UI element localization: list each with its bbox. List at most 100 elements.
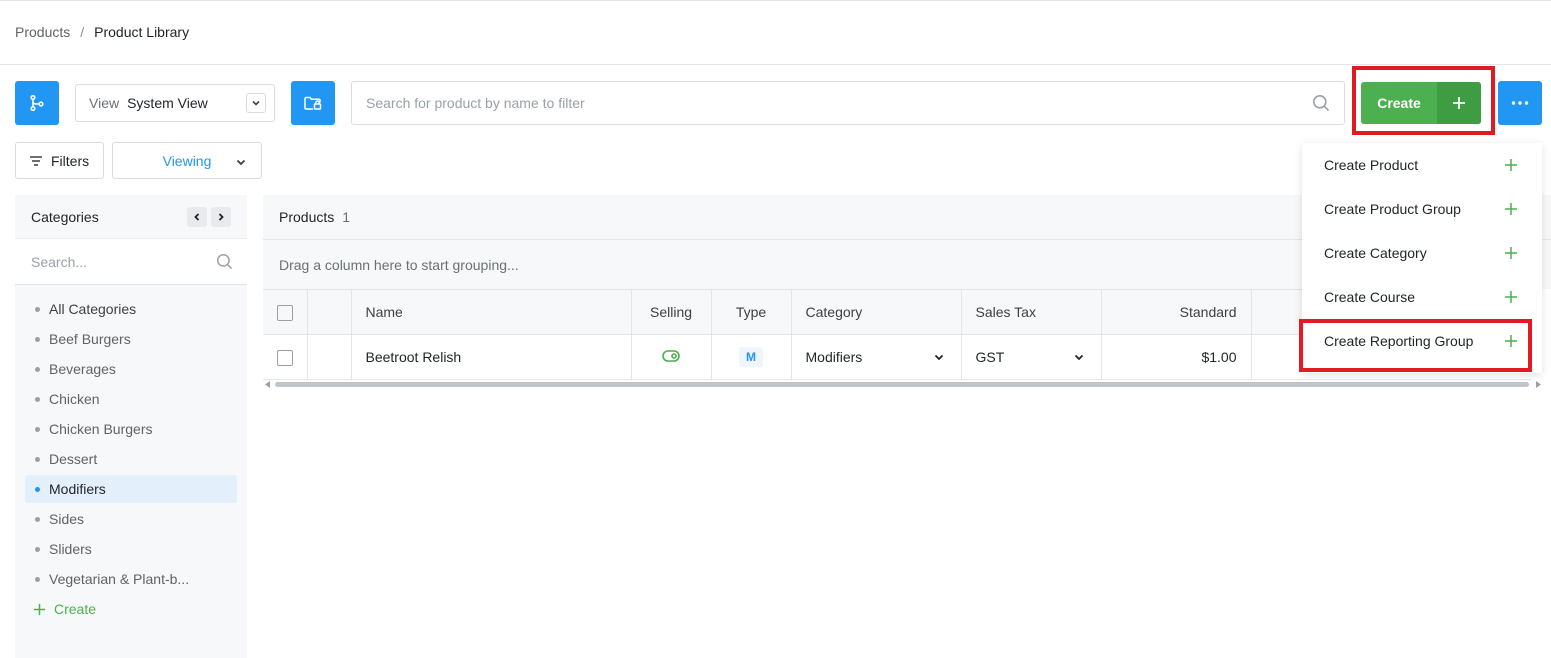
create-category-link[interactable]: Create [15, 595, 247, 623]
branch-icon [30, 94, 44, 112]
category-item-label: Chicken [49, 391, 100, 407]
view-select-value: System View [127, 95, 208, 111]
category-item-label: Vegetarian & Plant-b... [49, 571, 190, 587]
breadcrumb-current: Product Library [94, 24, 190, 40]
plus-icon [1505, 159, 1517, 171]
category-item-beverages[interactable]: Beverages [25, 355, 237, 383]
category-item-label: Dessert [49, 451, 98, 467]
bullet-icon [35, 546, 40, 552]
scrollbar-thumb[interactable] [275, 382, 1529, 387]
menu-item-create-category[interactable]: Create Category [1302, 231, 1542, 275]
row-category[interactable]: Modifiers [791, 334, 962, 380]
row-type: M [711, 334, 792, 380]
category-item-label: Beef Burgers [49, 331, 131, 347]
chevron-left-icon[interactable] [187, 207, 207, 227]
bullet-icon [35, 576, 40, 582]
header-divider [0, 64, 1551, 65]
product-search-input[interactable] [366, 95, 1266, 111]
bullet-icon [35, 456, 40, 462]
category-item-chicken[interactable]: Chicken [25, 385, 237, 413]
breadcrumb-separator: / [80, 24, 85, 40]
column-header-selling[interactable]: Selling [631, 289, 712, 335]
column-header-standard[interactable]: Standard [1101, 289, 1252, 335]
type-badge: M [739, 347, 763, 367]
category-item-chicken-burgers[interactable]: Chicken Burgers [25, 415, 237, 443]
column-header-sales-tax[interactable]: Sales Tax [961, 289, 1102, 335]
row-checkbox[interactable] [276, 349, 293, 366]
bullet-icon [35, 516, 40, 522]
more-options-button[interactable] [1498, 81, 1542, 125]
select-all-cell [263, 289, 308, 335]
row-select-cell [263, 334, 308, 380]
viewing-dropdown[interactable]: Viewing [112, 142, 262, 179]
category-item-modifiers[interactable]: Modifiers [25, 475, 237, 503]
scroll-left-icon[interactable] [265, 381, 271, 388]
menu-item-label: Create Product [1324, 157, 1419, 173]
products-title: Products [279, 209, 335, 225]
row-drag-cell [307, 334, 352, 380]
create-button-label: Create [1377, 95, 1421, 111]
category-item-label: Sides [49, 511, 85, 527]
column-header-name[interactable]: Name [351, 289, 632, 335]
category-item-label: All Categories [49, 301, 137, 317]
column-header-category[interactable]: Category [791, 289, 962, 335]
breadcrumb-products-link[interactable]: Products [15, 24, 70, 40]
row-standard-price[interactable]: $1.00 [1101, 334, 1252, 380]
menu-item-create-product[interactable]: Create Product [1302, 143, 1542, 187]
bullet-icon [35, 366, 40, 372]
view-select[interactable]: View System View [75, 84, 275, 122]
bullet-icon [35, 306, 40, 312]
row-category-value: Modifiers [805, 349, 863, 365]
categories-list: All Categories Beef Burgers Beverages Ch… [15, 285, 247, 623]
category-item-vegetarian[interactable]: Vegetarian & Plant-b... [25, 565, 237, 593]
row-sales-tax-value: GST [975, 349, 1005, 365]
categories-header: Categories [15, 195, 247, 239]
menu-item-create-product-group[interactable]: Create Product Group [1302, 187, 1542, 231]
category-item-label: Beverages [49, 361, 116, 377]
category-item-sliders[interactable]: Sliders [25, 535, 237, 563]
plus-icon [1437, 82, 1481, 124]
column-header-type[interactable]: Type [711, 289, 792, 335]
branch-button[interactable] [15, 81, 59, 125]
row-name[interactable]: Beetroot Relish [351, 334, 632, 380]
breadcrumb: Products / Product Library [15, 24, 189, 40]
scroll-right-icon[interactable] [1535, 381, 1541, 388]
drag-handle-header [307, 289, 352, 335]
category-item-label: Sliders [49, 541, 92, 557]
toggle-on-icon[interactable] [662, 350, 680, 362]
filter-lines-icon [30, 155, 42, 166]
row-selling [631, 334, 712, 380]
viewing-label: Viewing [162, 152, 212, 169]
plus-icon [1505, 203, 1517, 215]
chevron-down-icon [1074, 354, 1083, 361]
row-sales-tax[interactable]: GST [961, 334, 1102, 380]
horizontal-scrollbar[interactable] [263, 380, 1541, 388]
select-all-checkbox[interactable] [276, 304, 293, 321]
filters-button[interactable]: Filters [15, 142, 104, 179]
category-item-dessert[interactable]: Dessert [25, 445, 237, 473]
category-item-label: Chicken Burgers [49, 421, 153, 437]
category-item-sides[interactable]: Sides [25, 505, 237, 533]
reporting-group-highlight [1299, 319, 1532, 372]
chevron-down-icon [235, 155, 247, 171]
chevron-right-icon[interactable] [211, 207, 231, 227]
menu-item-create-course[interactable]: Create Course [1302, 275, 1542, 319]
search-icon[interactable] [1312, 94, 1330, 115]
bullet-icon [35, 336, 40, 342]
bullet-icon [35, 486, 40, 492]
categories-search-input[interactable] [31, 253, 191, 270]
bullet-icon [35, 396, 40, 402]
product-search [351, 81, 1345, 125]
create-button[interactable]: Create [1361, 82, 1481, 124]
category-item-all[interactable]: All Categories [25, 295, 237, 323]
filters-label: Filters [51, 152, 90, 169]
chevron-down-icon [246, 93, 266, 113]
menu-item-label: Create Category [1324, 245, 1427, 261]
categories-panel: Categories All Categories Beef Burgers B… [15, 195, 247, 658]
plus-icon [1505, 291, 1517, 303]
view-select-label: View [89, 95, 120, 111]
bullet-icon [35, 426, 40, 432]
category-item-beef-burgers[interactable]: Beef Burgers [25, 325, 237, 353]
products-count: 1 [342, 209, 351, 225]
folder-lock-button[interactable] [291, 81, 335, 125]
